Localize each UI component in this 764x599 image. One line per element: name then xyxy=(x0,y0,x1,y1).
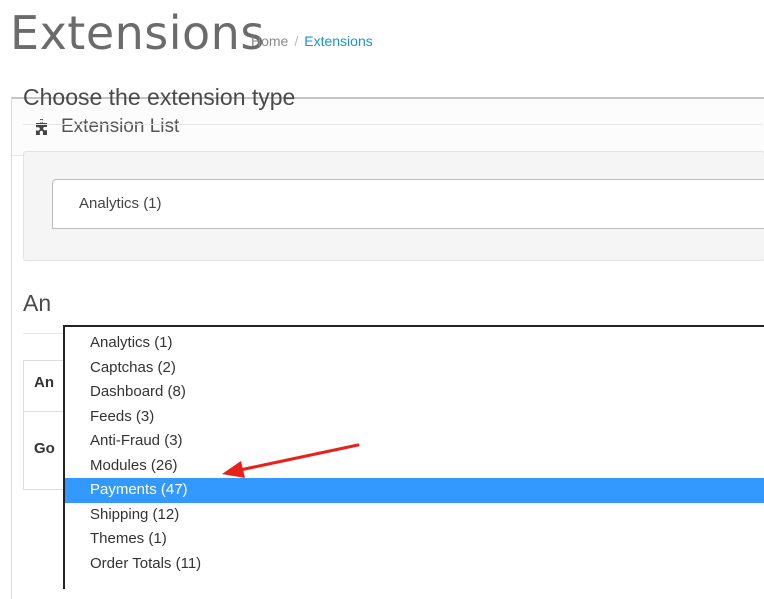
table-cell: Go xyxy=(34,440,55,457)
dropdown-option-dashboard[interactable]: Dashboard (8) xyxy=(65,380,764,405)
panel-title: Extension List xyxy=(61,116,180,137)
extension-type-select[interactable]: Analytics (1) xyxy=(52,179,764,229)
background-section-heading: An xyxy=(23,290,52,316)
dropdown-option-shipping[interactable]: Shipping (12) xyxy=(65,503,764,528)
dropdown-option-feeds[interactable]: Feeds (3) xyxy=(65,405,764,430)
breadcrumb-separator: / xyxy=(294,33,299,49)
table-header-cell: An xyxy=(34,374,54,391)
breadcrumb-home-link[interactable]: Home xyxy=(251,33,288,49)
breadcrumb-current-link[interactable]: Extensions xyxy=(304,33,372,49)
dropdown-option-payments[interactable]: Payments (47) xyxy=(65,478,764,503)
select-current-value: Analytics (1) xyxy=(79,195,162,212)
puzzle-icon xyxy=(36,119,47,135)
dropdown-option-captchas[interactable]: Captchas (2) xyxy=(65,356,764,381)
section-title: Choose the extension type xyxy=(23,84,296,110)
extension-type-dropdown-list: Analytics (1) Captchas (2) Dashboard (8)… xyxy=(63,325,764,589)
dropdown-option-analytics[interactable]: Analytics (1) xyxy=(65,331,764,356)
dropdown-option-themes[interactable]: Themes (1) xyxy=(65,527,764,552)
section-divider xyxy=(23,124,763,125)
dropdown-option-order-totals[interactable]: Order Totals (11) xyxy=(65,552,764,577)
page-title: Extensions xyxy=(10,6,265,60)
breadcrumb: Home / Extensions xyxy=(251,33,373,49)
dropdown-option-anti-fraud[interactable]: Anti-Fraud (3) xyxy=(65,429,764,454)
page-header: Extensions Home / Extensions xyxy=(10,0,764,70)
dropdown-option-modules[interactable]: Modules (26) xyxy=(65,454,764,479)
